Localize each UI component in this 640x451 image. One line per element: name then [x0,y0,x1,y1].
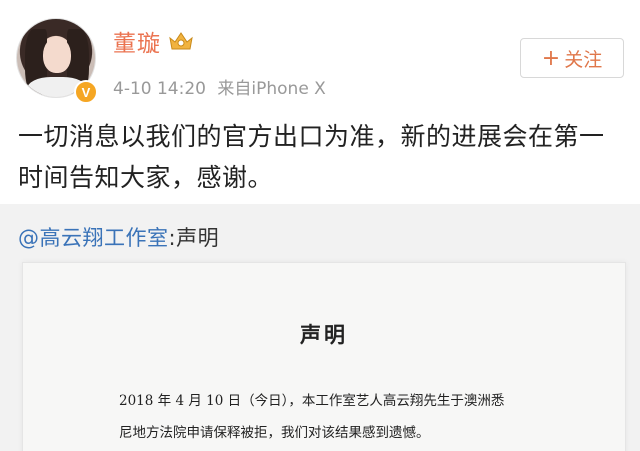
post-header: V 董璇 4-10 14:20 来自iPhone X + 关注 [0,0,640,112]
statement-image[interactable]: 声明 2018 年 4 月 10 日（今日），本工作室艺人高云翔先生于澳洲悉 尼… [22,262,626,451]
avatar-face [43,37,71,73]
document-line-2: 尼地方法院申请保释被拒，我们对该结果感到遗憾。 [119,425,430,441]
document-body: 2018 年 4 月 10 日（今日），本工作室艺人高云翔先生于澳洲悉 尼地方法… [119,385,559,449]
document-title: 声明 [300,322,348,347]
crown-icon [169,32,193,50]
post-source[interactable]: 来自iPhone X [217,79,325,99]
follow-button[interactable]: + 关注 [520,38,624,78]
avatar-container[interactable]: V [16,18,98,104]
username[interactable]: 董璇 [113,24,161,58]
verified-badge-icon: V [74,80,98,104]
repost-mention-link[interactable]: @高云翔工作室 [18,226,169,250]
post-meta: 4-10 14:20 来自iPhone X [113,74,326,99]
follow-label: 关注 [564,48,603,71]
post-time: 4-10 14:20 [113,79,206,99]
post-text: 一切消息以我们的官方出口为准，新的进展会在第一时间告知大家，感谢。 [18,122,605,192]
repost-card[interactable]: @高云翔工作室:声明 声明 2018 年 4 月 10 日（今日），本工作室艺人… [0,204,640,451]
repost-title-suffix: :声明 [168,226,220,250]
document-line-1: 2018 年 4 月 10 日（今日），本工作室艺人高云翔先生于澳洲悉 [119,393,505,409]
plus-icon: + [541,45,561,71]
repost-title: @高云翔工作室:声明 [18,222,219,252]
